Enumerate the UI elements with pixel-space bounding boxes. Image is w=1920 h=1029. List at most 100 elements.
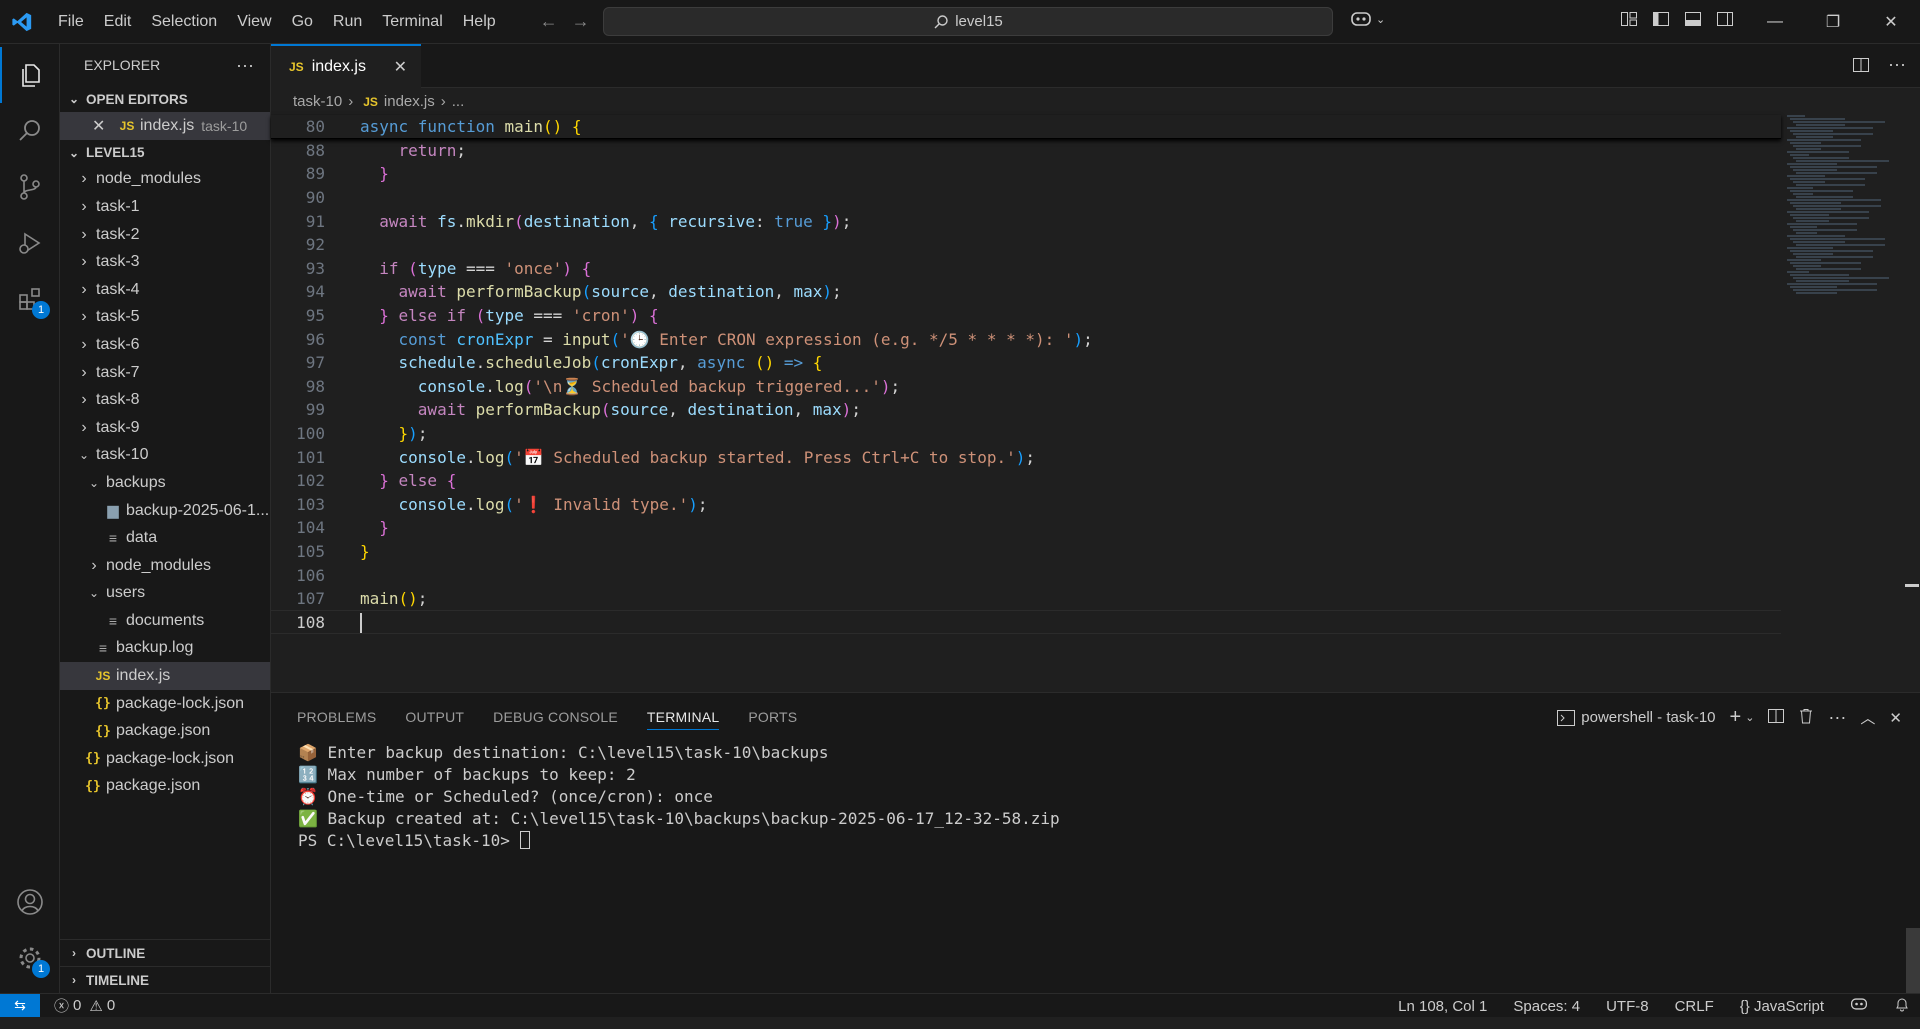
toggle-secondary-sidebar-icon[interactable] xyxy=(1716,10,1736,32)
tree-item[interactable]: JS index.js xyxy=(60,662,270,690)
trash-icon[interactable] xyxy=(1798,708,1814,728)
close-window-icon[interactable]: ✕ xyxy=(1862,0,1920,44)
source-control-icon[interactable] xyxy=(0,159,60,215)
explorer-activity-icon[interactable] xyxy=(0,47,60,103)
menu-run[interactable]: Run xyxy=(323,0,372,44)
restore-icon[interactable]: ❐ xyxy=(1804,0,1862,44)
tab-ports[interactable]: PORTS xyxy=(748,693,797,741)
menu-help[interactable]: Help xyxy=(453,0,506,44)
tree-item[interactable]: ⌄ backups xyxy=(60,469,270,497)
tab-index-js[interactable]: JS index.js ✕ xyxy=(271,44,421,88)
accounts-icon[interactable] xyxy=(0,874,60,930)
tree-item[interactable]: › task-5 xyxy=(60,304,270,332)
menu-selection[interactable]: Selection xyxy=(141,0,227,44)
tree-item[interactable]: ▆ backup-2025-06-1... xyxy=(60,497,270,525)
code-token: ) xyxy=(1015,447,1026,467)
copilot-status-icon[interactable] xyxy=(1850,996,1868,1016)
tree-item[interactable]: {} package-lock.json xyxy=(60,690,270,718)
tree-item[interactable]: › task-9 xyxy=(60,414,270,442)
tab-output[interactable]: OUTPUT xyxy=(405,693,464,741)
tree-item[interactable]: ≡ documents xyxy=(60,607,270,635)
tree-item[interactable]: ≡ data xyxy=(60,524,270,552)
tree-item[interactable]: › node_modules xyxy=(60,166,270,194)
code-token: { xyxy=(446,471,457,491)
forward-arrow-icon[interactable]: → xyxy=(572,11,590,32)
copilot-button[interactable]: ⌄ xyxy=(1350,10,1385,28)
problems-status[interactable]: ⓧ 0 ⚠ 0 xyxy=(54,995,115,1016)
tree-item[interactable]: › task-8 xyxy=(60,386,270,414)
chevron-down-icon[interactable]: ⌄ xyxy=(1745,711,1754,724)
line-number: 93 xyxy=(305,258,325,278)
minimap[interactable] xyxy=(1787,115,1907,692)
more-actions-icon[interactable]: ··· xyxy=(236,55,254,76)
toggle-panel-icon[interactable] xyxy=(1684,10,1704,32)
tab-problems[interactable]: PROBLEMS xyxy=(297,693,376,741)
maximize-panel-icon[interactable]: ︿ xyxy=(1860,707,1875,728)
tree-item[interactable]: › task-2 xyxy=(60,221,270,249)
tree-item[interactable]: {} package.json xyxy=(60,717,270,745)
minimap-line xyxy=(1790,226,1817,228)
tree-item[interactable]: › task-1 xyxy=(60,193,270,221)
new-terminal-icon[interactable]: + xyxy=(1730,706,1742,729)
menu-view[interactable]: View xyxy=(227,0,281,44)
breadcrumb-folder[interactable]: task-10 xyxy=(293,93,342,110)
tab-debug-console[interactable]: DEBUG CONSOLE xyxy=(493,693,618,741)
more-actions-icon[interactable]: ··· xyxy=(1828,707,1846,728)
tree-item[interactable]: › task-6 xyxy=(60,331,270,359)
indentation[interactable]: Spaces: 4 xyxy=(1513,998,1580,1015)
tree-item[interactable]: ⌄ users xyxy=(60,580,270,608)
end-of-line[interactable]: CRLF xyxy=(1675,998,1714,1015)
minimap-line xyxy=(1793,133,1873,135)
code-token: main xyxy=(504,116,544,136)
split-terminal-icon[interactable] xyxy=(1768,708,1785,728)
search-activity-icon[interactable] xyxy=(0,103,60,159)
tree-item[interactable]: › node_modules xyxy=(60,552,270,580)
close-tab-icon[interactable]: ✕ xyxy=(394,57,407,77)
code-editor[interactable]: 80 async function main() {88 return; 89 } 9… xyxy=(271,115,1781,635)
minimize-icon[interactable]: — xyxy=(1746,0,1804,44)
breadcrumb-more[interactable]: ... xyxy=(452,93,465,110)
chevron-down-icon: ⌄ xyxy=(68,92,80,106)
tree-item[interactable]: {} package-lock.json xyxy=(60,745,270,773)
toggle-primary-sidebar-icon[interactable] xyxy=(1652,10,1672,32)
tree-item[interactable]: ≡ backup.log xyxy=(60,635,270,663)
timeline-section[interactable]: › TIMELINE xyxy=(60,966,270,993)
settings-gear-icon[interactable]: 1 xyxy=(0,930,60,986)
language-mode[interactable]: {} JavaScript xyxy=(1740,998,1824,1015)
close-icon[interactable]: ✕ xyxy=(92,116,108,136)
close-panel-icon[interactable]: ✕ xyxy=(1889,709,1902,727)
more-actions-icon[interactable]: ··· xyxy=(1888,55,1906,78)
tree-item[interactable]: › task-3 xyxy=(60,248,270,276)
tree-item[interactable]: › task-7 xyxy=(60,359,270,387)
outline-section[interactable]: › OUTLINE xyxy=(60,939,270,966)
menu-bar: File Edit Selection View Go Run Terminal… xyxy=(48,0,506,44)
menu-go[interactable]: Go xyxy=(282,0,323,44)
cursor-position[interactable]: Ln 108, Col 1 xyxy=(1398,998,1487,1015)
terminal-output[interactable]: 📦 Enter backup destination: C:\level15\t… xyxy=(271,741,1920,851)
terminal-scrollbar[interactable] xyxy=(1906,928,1920,994)
menu-edit[interactable]: Edit xyxy=(94,0,142,44)
split-editor-icon[interactable] xyxy=(1852,56,1870,78)
back-arrow-icon[interactable]: ← xyxy=(540,11,558,32)
tab-terminal[interactable]: TERMINAL xyxy=(646,704,720,730)
terminal-selector[interactable]: powershell - task-10 xyxy=(1557,709,1716,726)
tree-item[interactable]: {} package.json xyxy=(60,773,270,801)
minimap-line xyxy=(1790,118,1845,120)
minimap-line xyxy=(1796,136,1833,138)
encoding[interactable]: UTF-8 xyxy=(1606,998,1649,1015)
menu-file[interactable]: File xyxy=(48,0,94,44)
minimap-line xyxy=(1796,244,1885,246)
open-editors-section[interactable]: ⌄ OPEN EDITORS xyxy=(60,86,270,112)
tree-item[interactable]: › task-4 xyxy=(60,276,270,304)
open-editor-item[interactable]: ✕ JS index.js task-10 xyxy=(60,112,270,140)
menu-terminal[interactable]: Terminal xyxy=(372,0,452,44)
customize-layout-icon[interactable] xyxy=(1620,10,1640,32)
run-debug-icon[interactable] xyxy=(0,215,60,271)
breadcrumb-file[interactable]: index.js xyxy=(384,93,435,110)
tree-item[interactable]: ⌄ task-10 xyxy=(60,442,270,470)
workspace-root-section[interactable]: ⌄ LEVEL15 xyxy=(60,140,270,166)
extensions-icon[interactable]: 1 xyxy=(0,271,60,327)
command-center-search[interactable]: level15 xyxy=(603,7,1333,36)
notifications-bell-icon[interactable] xyxy=(1894,996,1910,1016)
remote-indicator-icon[interactable]: ⇆ xyxy=(0,993,40,1018)
